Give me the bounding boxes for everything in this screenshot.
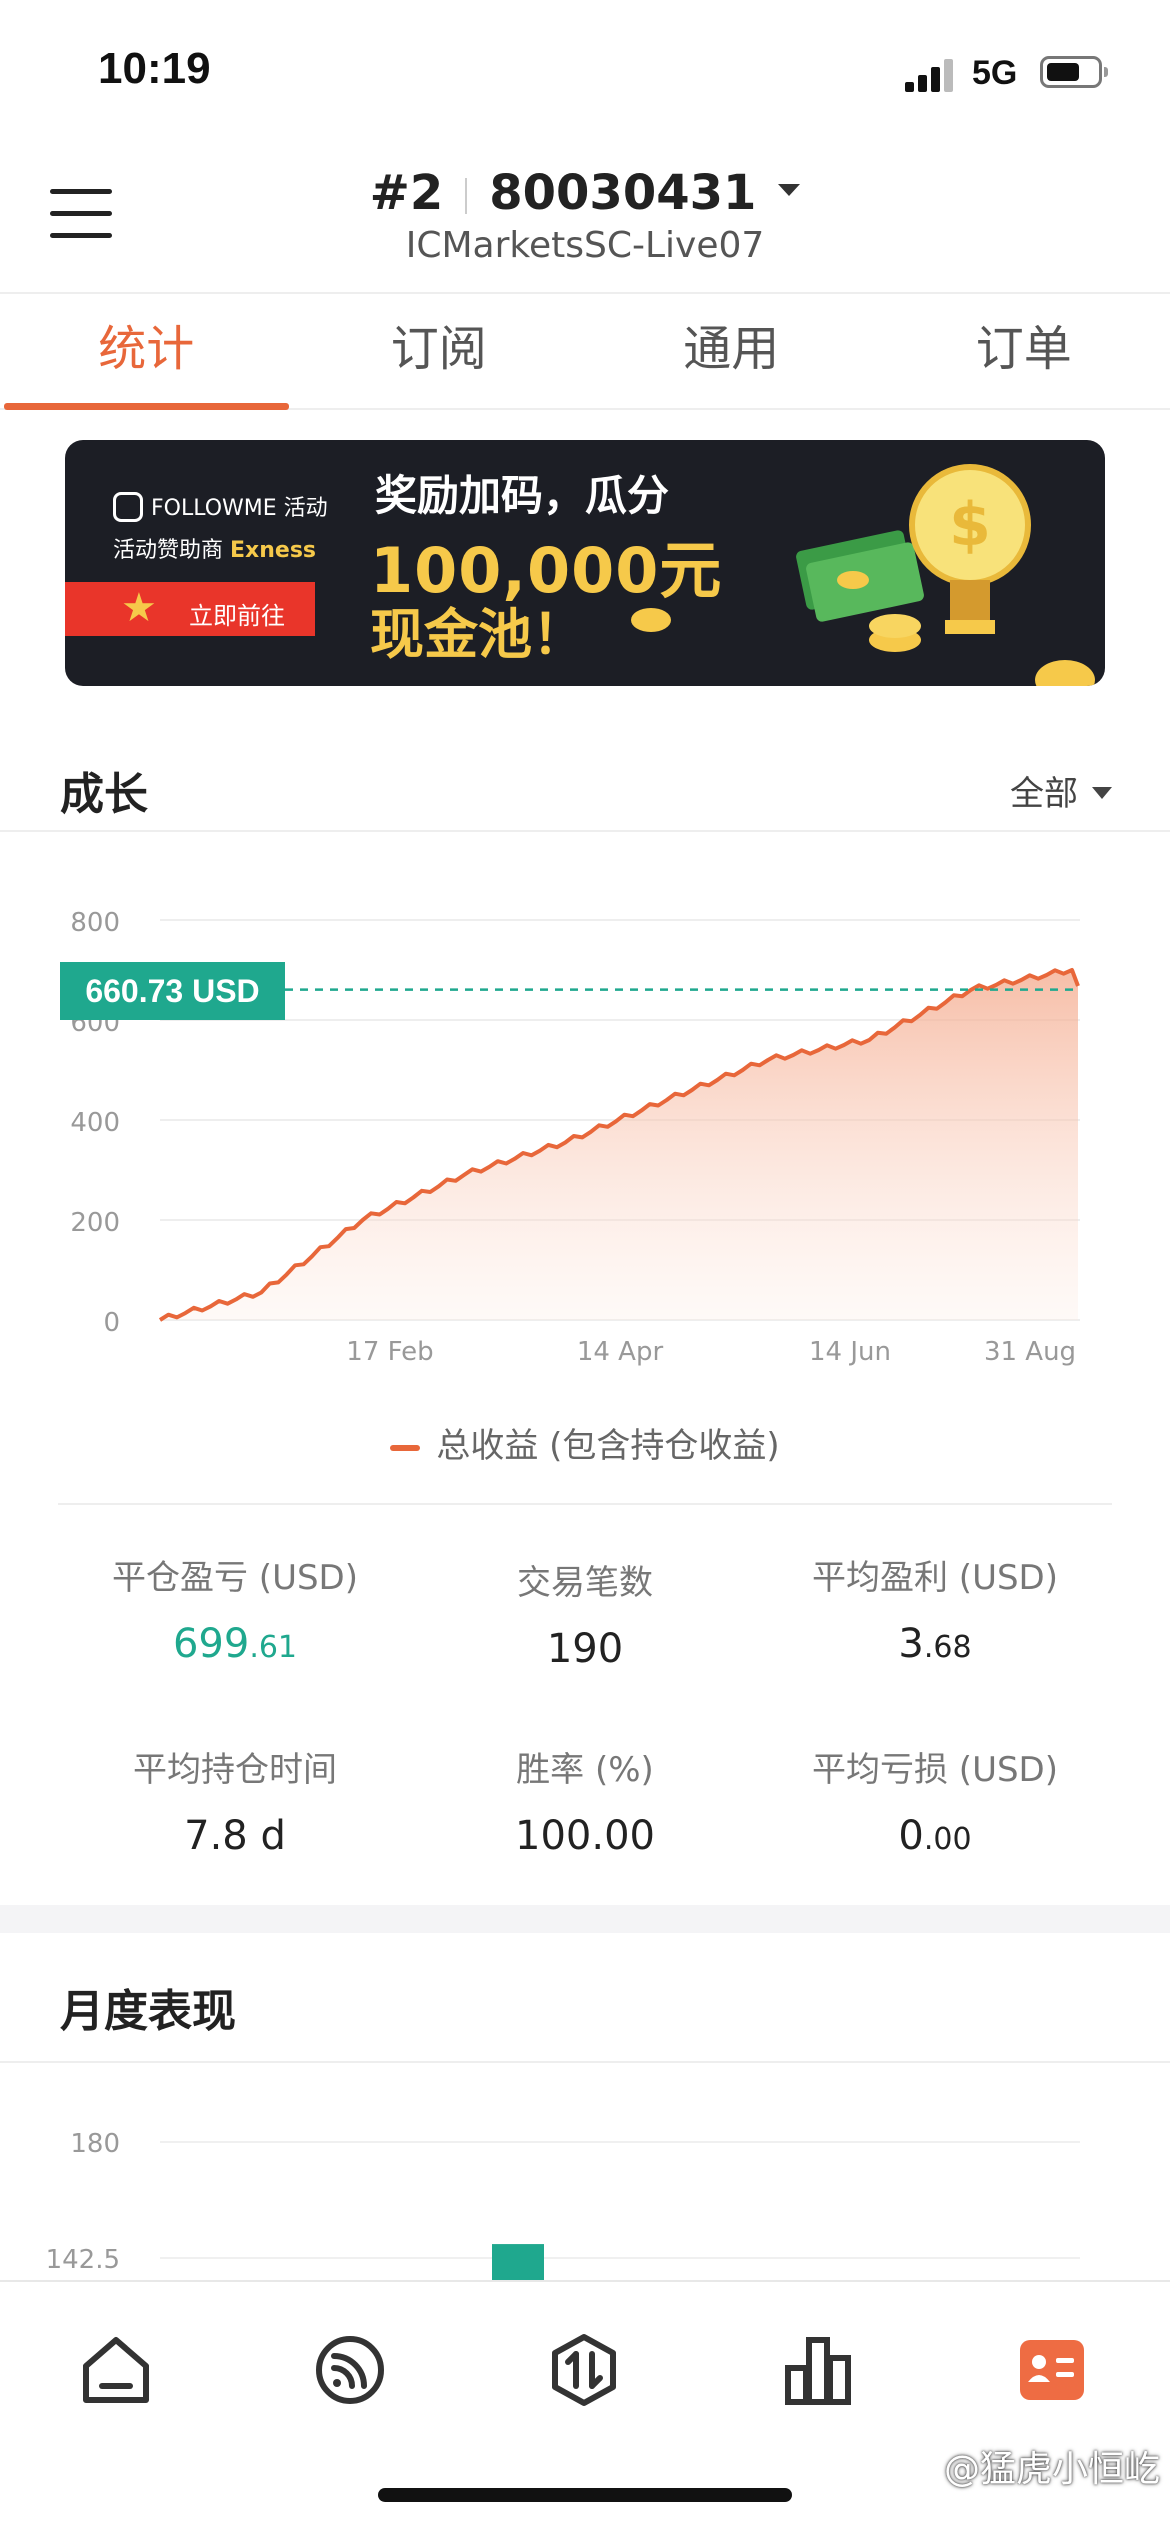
growth-header: 成长 全部: [0, 728, 1170, 832]
x-tick-label: 14 Jun: [809, 1337, 891, 1367]
home-indicator: [378, 2488, 792, 2502]
banner-illustration: $: [631, 464, 1095, 686]
tab-general[interactable]: 通用: [585, 294, 878, 408]
header: #2 80030431 ICMarketsSC-Live07: [0, 140, 1170, 290]
home-icon[interactable]: [78, 2332, 154, 2408]
monthly-title: 月度表现: [60, 1986, 236, 2037]
y-tick-label: 0: [103, 1308, 120, 1338]
y-tick-label: 142.5: [46, 2245, 120, 2275]
server-name: ICMarketsSC-Live07: [405, 225, 765, 266]
svg-text:$: $: [949, 490, 991, 560]
stat-avg-loss: 平均亏损 (USD) 0.00: [812, 1750, 1058, 1859]
x-tick-label: 31 Aug: [984, 1337, 1076, 1367]
section-gap: [0, 1905, 1170, 1933]
growth-area: [160, 970, 1078, 1320]
profile-icon[interactable]: [1014, 2332, 1090, 2408]
account-number: 80030431: [489, 165, 757, 221]
tab-bar: 统计 订阅 通用 订单: [0, 292, 1170, 410]
stat-win-rate: 胜率 (%) 100.00: [515, 1750, 655, 1859]
tab-subscribe[interactable]: 订阅: [293, 294, 586, 408]
network-type: 5G: [972, 54, 1018, 92]
y-tick-label: 800: [70, 908, 120, 938]
current-value-label: 660.73 USD: [60, 962, 285, 1020]
promo-banner[interactable]: FOLLOWME 活动 活动赞助商 Exness ★ 立即前往 奖励加码，瓜分 …: [65, 440, 1105, 686]
legend-label: 总收益 (包含持仓收益): [436, 1426, 780, 1466]
growth-title: 成长: [60, 769, 148, 820]
status-bar: 10:19 5G: [0, 0, 1170, 140]
divider: [58, 1503, 1112, 1505]
trade-icon[interactable]: [546, 2332, 622, 2408]
monthly-chart: 142.5 180: [46, 2129, 1080, 2280]
status-time: 10:19: [98, 44, 211, 93]
caret-down-icon: [778, 184, 801, 196]
tab-statistics[interactable]: 统计: [0, 294, 293, 410]
monthly-header: 月度表现: [0, 1935, 1170, 2063]
stat-avg-hold-time: 平均持仓时间 7.8 d: [133, 1750, 337, 1859]
tab-orders[interactable]: 订单: [878, 294, 1170, 408]
legend-swatch: [390, 1444, 421, 1451]
stat-closed-pnl: 平仓盈亏 (USD) 699.61: [112, 1558, 358, 1667]
x-tick-label: 17 Feb: [346, 1337, 433, 1367]
feed-icon[interactable]: [312, 2332, 388, 2408]
y-tick-label: 200: [70, 1208, 120, 1238]
caret-down-icon: [1092, 786, 1112, 799]
monthly-bar: [492, 2244, 544, 2280]
y-tick-label: 180: [70, 2129, 120, 2159]
x-tick-label: 14 Apr: [577, 1337, 664, 1367]
account-selector[interactable]: #2 80030431: [0, 165, 1170, 221]
chart-icon[interactable]: [780, 2332, 856, 2408]
signal-icon: [905, 58, 957, 92]
battery-icon: [1040, 56, 1108, 88]
watermark: @猛虎小恒屹: [943, 2449, 1160, 2490]
stat-trade-count: 交易笔数 190: [517, 1563, 653, 1672]
stat-avg-profit: 平均盈利 (USD) 3.68: [812, 1558, 1058, 1667]
growth-chart: 020040060080017 Feb 14 Apr 14 Jun 31 Aug: [70, 908, 1080, 1367]
y-tick-label: 400: [70, 1108, 120, 1138]
account-index: #2: [369, 165, 444, 221]
growth-filter-dropdown[interactable]: 全部: [1010, 766, 1112, 815]
growth-legend: 总收益 (包含持仓收益): [0, 1418, 1170, 1467]
